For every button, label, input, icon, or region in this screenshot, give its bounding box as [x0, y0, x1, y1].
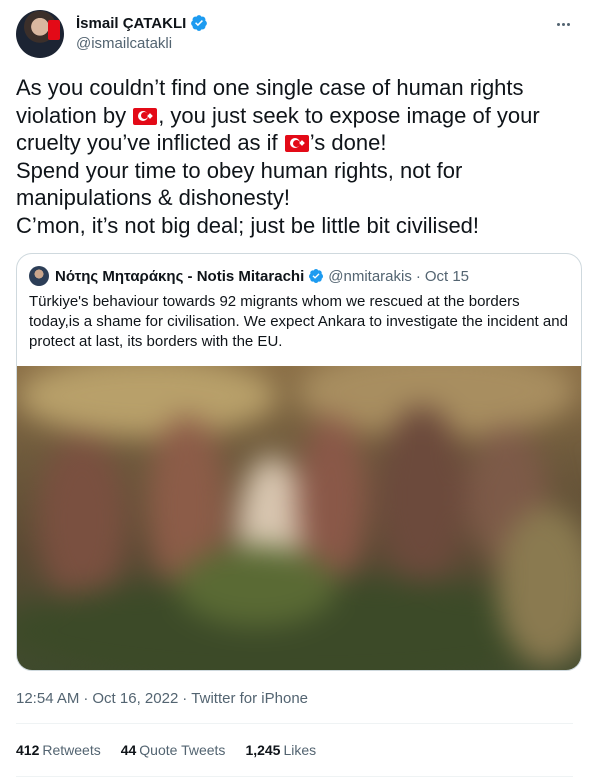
- tweet-line: violation by , you just seek to expose i…: [16, 102, 540, 128]
- author-name-row[interactable]: İsmail ÇATAKLI: [76, 14, 208, 32]
- divider: [16, 723, 573, 724]
- retweets-stat[interactable]: 412 Retweets: [16, 742, 101, 758]
- tweet-text: As you couldn’t find one single case of …: [16, 74, 576, 239]
- quoted-tweet-text: Türkiye's behaviour towards 92 migrants …: [29, 293, 568, 350]
- tweet-line: cruelty you’ve inflicted as if ’s done!: [16, 130, 387, 155]
- divider: [16, 776, 573, 777]
- author-avatar[interactable]: [16, 10, 64, 58]
- turkey-flag-icon: [133, 107, 158, 125]
- tweet-line: As you couldn’t find one single case of …: [16, 75, 524, 100]
- quoted-tweet-image[interactable]: [17, 366, 581, 670]
- verified-badge-icon: [191, 15, 208, 31]
- tweet-line: Spend your time to obey human rights, no…: [16, 157, 463, 183]
- quoted-author-avatar: [29, 266, 49, 286]
- quoted-tweet[interactable]: Νότης Μηταράκης - Notis Mitarachi @nmita…: [16, 253, 582, 671]
- tweet-meta: 12:54 AM · Oct 16, 2022 · Twitter for iP…: [16, 690, 308, 707]
- quoted-tweet-header: Νότης Μηταράκης - Notis Mitarachi @nmita…: [29, 266, 469, 286]
- author-display-name[interactable]: İsmail ÇATAKLI: [76, 15, 186, 32]
- separator-dot: ·: [83, 690, 89, 707]
- tweet-line: manipulations & dishonesty!: [16, 185, 290, 210]
- quoted-author-handle: @nmitarakis: [328, 267, 412, 285]
- separator-dot: ·: [415, 267, 421, 285]
- tweet-line: C’mon, it’s not big deal; just be little…: [16, 212, 480, 238]
- tweet-time[interactable]: 12:54 AM: [16, 690, 79, 707]
- turkey-flag-icon: [284, 135, 309, 152]
- quoted-tweet-date: Oct 15: [424, 267, 470, 285]
- verified-badge-icon: [309, 269, 324, 283]
- likes-stat[interactable]: 1,245 Likes: [245, 742, 316, 758]
- tweet-date[interactable]: Oct 16, 2022: [92, 690, 178, 707]
- tweet-header: İsmail ÇATAKLI @ismailcatakli: [16, 10, 573, 58]
- tweet-source[interactable]: Twitter for iPhone: [191, 690, 308, 707]
- quote-tweets-stat[interactable]: 44 Quote Tweets: [121, 742, 226, 758]
- tweet-stats: 412 Retweets 44 Quote Tweets 1,245 Likes: [16, 742, 316, 758]
- quoted-author-name: Νότης Μηταράκης - Notis Mitarachi: [55, 267, 305, 285]
- separator-dot: ·: [182, 690, 188, 707]
- more-options-icon[interactable]: [553, 14, 573, 34]
- author-handle[interactable]: @ismailcatakli: [76, 35, 172, 52]
